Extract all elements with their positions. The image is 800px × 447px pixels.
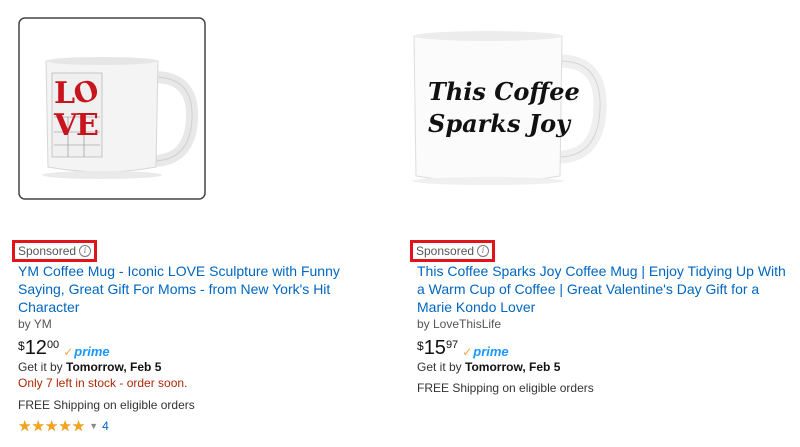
prime-badge: ✓ prime: [63, 344, 109, 359]
product-title-link[interactable]: YM Coffee Mug - Iconic LOVE Sculpture wi…: [18, 262, 378, 316]
review-count-link[interactable]: 4: [102, 419, 109, 433]
star-rating-icon[interactable]: ★★★★★: [18, 417, 85, 435]
product-brand: by YM: [18, 317, 52, 331]
shipping-info: FREE Shipping on eligible orders: [417, 381, 594, 395]
product-image-love-mug[interactable]: L O V E: [18, 17, 206, 200]
shipping-info: FREE Shipping on eligible orders: [18, 398, 195, 412]
prime-text: prime: [74, 344, 110, 359]
sponsored-text: Sponsored: [416, 244, 475, 258]
delivery-prefix: Get it by: [417, 360, 466, 374]
product-price: $ 15 97 ✓ prime: [417, 337, 509, 359]
info-icon[interactable]: i: [79, 245, 92, 257]
mug-text-line2: Sparks Joy: [428, 109, 572, 138]
product-image-sparks-joy-mug[interactable]: This Coffee Sparks Joy: [410, 16, 610, 196]
chevron-down-icon[interactable]: ▼: [89, 421, 98, 431]
product-title-link[interactable]: This Coffee Sparks Joy Coffee Mug | Enjo…: [417, 262, 797, 316]
delivery-date: Tomorrow, Feb 5: [66, 360, 162, 374]
price-whole: 12: [24, 337, 47, 359]
prime-text: prime: [473, 344, 509, 359]
delivery-info: Get it by Tomorrow, Feb 5: [417, 360, 560, 374]
price-currency: $: [18, 339, 25, 353]
product-price: $ 12 00 ✓ prime: [18, 337, 110, 359]
delivery-info: Get it by Tomorrow, Feb 5: [18, 360, 161, 374]
mug-text-line1: This Coffee: [428, 77, 580, 106]
price-fraction: 97: [445, 339, 459, 351]
sponsored-label[interactable]: Sponsored i: [410, 240, 496, 262]
delivery-date: Tomorrow, Feb 5: [465, 360, 561, 374]
price-currency: $: [417, 339, 424, 353]
price-whole: 15: [423, 337, 446, 359]
product-brand: by LoveThisLife: [417, 317, 502, 331]
price-fraction: 00: [46, 339, 60, 351]
prime-badge: ✓ prime: [462, 344, 508, 359]
prime-check-icon: ✓: [63, 344, 74, 359]
rating-summary[interactable]: ★★★★★ ▼ 4: [18, 417, 109, 435]
info-icon[interactable]: i: [477, 245, 490, 257]
sponsored-label[interactable]: Sponsored i: [12, 240, 98, 262]
svg-text:E: E: [76, 108, 99, 143]
delivery-prefix: Get it by: [18, 360, 67, 374]
stock-notice: Only 7 left in stock - order soon.: [18, 376, 188, 390]
sponsored-text: Sponsored: [18, 244, 77, 258]
svg-text:V: V: [53, 108, 78, 143]
prime-check-icon: ✓: [462, 344, 473, 359]
